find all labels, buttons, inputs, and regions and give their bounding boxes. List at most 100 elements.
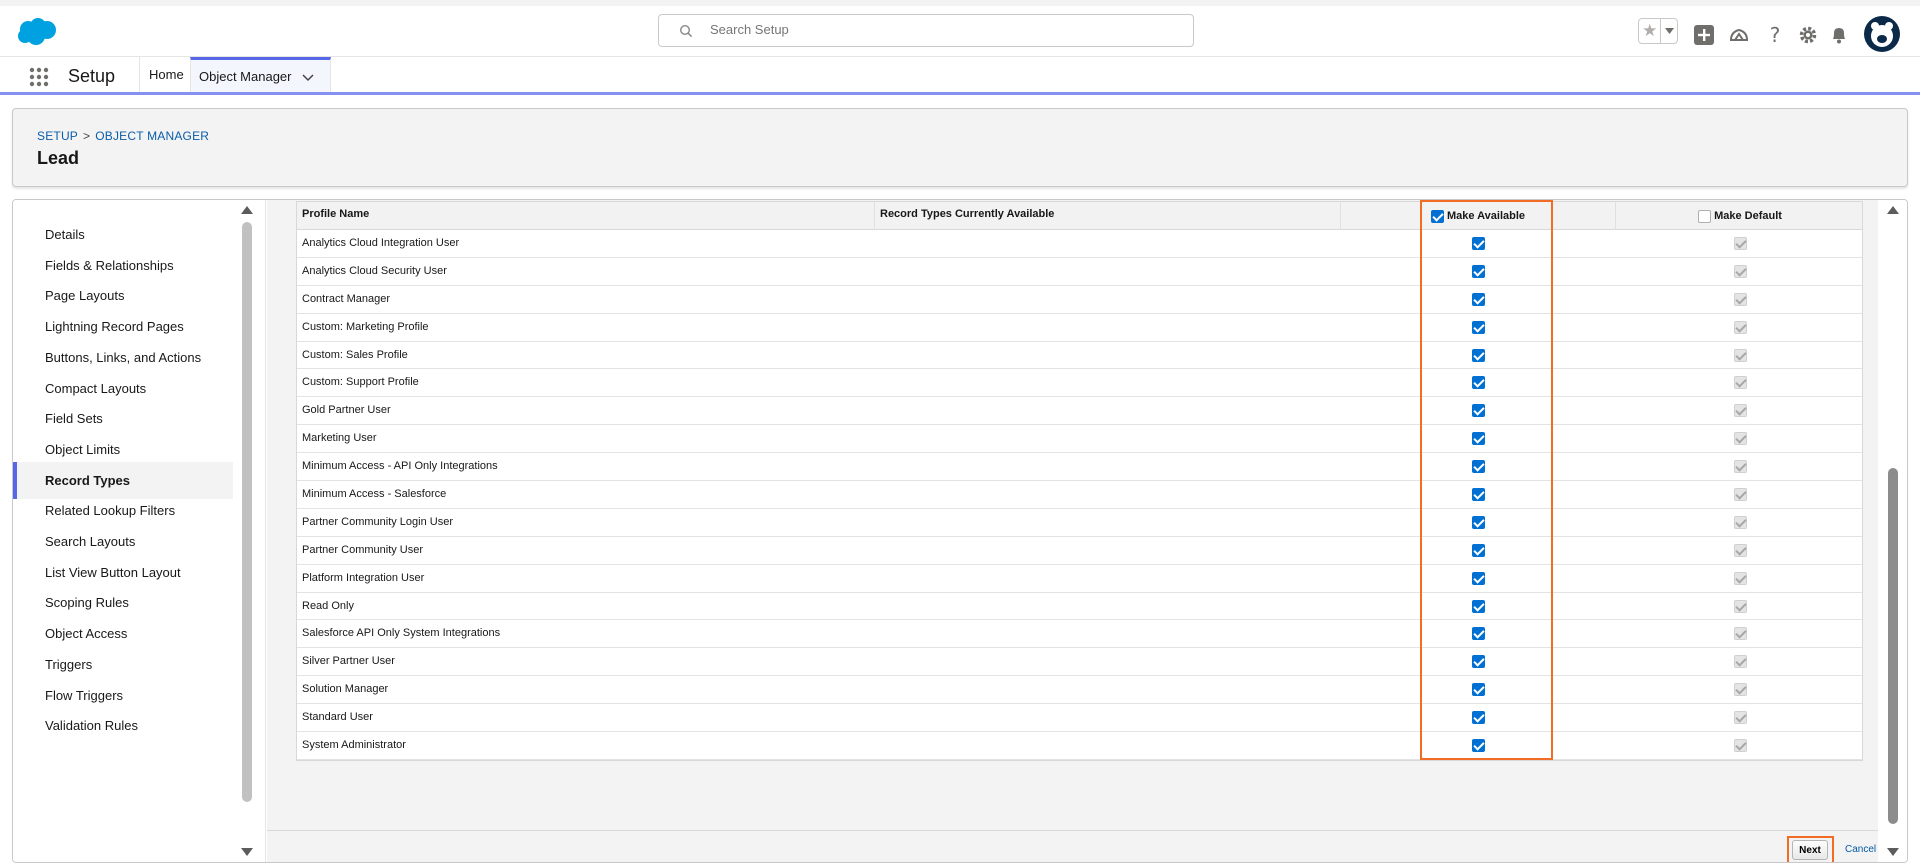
- make-default-checkbox: [1734, 655, 1747, 669]
- column-header-make-available: Make Available: [1341, 202, 1616, 230]
- column-header-make-default: Make Default: [1616, 202, 1864, 230]
- sidebar-item-label: Fields & Relationships: [45, 257, 174, 273]
- make-available-checkbox[interactable]: [1472, 348, 1485, 362]
- user-avatar[interactable]: [1864, 16, 1900, 52]
- profile-name-cell: Standard User: [302, 711, 373, 724]
- make-default-checkbox: [1734, 599, 1747, 613]
- sidebar-item-label: List View Button Layout: [45, 564, 181, 580]
- trailhead-icon[interactable]: [1728, 24, 1750, 46]
- sidebar-item-label: Record Types: [45, 472, 131, 488]
- scroll-down-arrow-icon[interactable]: [241, 848, 253, 856]
- make-available-checkbox[interactable]: [1472, 627, 1485, 641]
- svg-text:?: ?: [1770, 24, 1781, 46]
- app-name: Setup: [68, 66, 116, 86]
- profile-name-cell: Marketing User: [302, 432, 377, 445]
- sidebar-item-label: Field Sets: [45, 411, 103, 427]
- table-row: Custom: Sales Profile: [297, 341, 1862, 370]
- make-available-checkbox[interactable]: [1472, 739, 1485, 753]
- make-available-all-checkbox[interactable]: [1430, 210, 1444, 223]
- sidebar-item-label: Buttons, Links, and Actions: [45, 349, 202, 365]
- make-default-checkbox: [1734, 571, 1747, 585]
- profile-assignment-table: Profile Name Record Types Currently Avai…: [296, 201, 1863, 761]
- make-available-checkbox[interactable]: [1472, 404, 1485, 418]
- column-header-profile-name: Profile Name: [297, 202, 875, 230]
- profile-name-cell: Analytics Cloud Integration User: [302, 237, 460, 249]
- scroll-up-arrow-icon[interactable]: [241, 206, 253, 214]
- help-icon[interactable]: ?: [1764, 24, 1786, 46]
- profile-name-cell: Partner Community Login User: [302, 515, 454, 528]
- make-available-checkbox[interactable]: [1472, 264, 1485, 278]
- settings-gear-icon[interactable]: [1797, 24, 1819, 46]
- sidebar-scroll-thumb[interactable]: [242, 222, 252, 802]
- make-available-checkbox[interactable]: [1472, 460, 1485, 474]
- tab-object-manager[interactable]: Object Manager: [190, 57, 331, 92]
- global-actions-plus-icon[interactable]: [1693, 24, 1715, 46]
- table-row: Solution Manager: [297, 676, 1862, 705]
- favorites-star-icon[interactable]: ★: [1639, 19, 1660, 43]
- make-default-checkbox: [1734, 711, 1747, 725]
- main-panel: Details Fields & Relationships Page Layout…: [12, 199, 1908, 863]
- make-default-checkbox: [1734, 404, 1747, 418]
- make-available-checkbox[interactable]: [1472, 683, 1485, 697]
- sidebar-item-label: Compact Layouts: [45, 380, 147, 396]
- make-available-checkbox[interactable]: [1472, 292, 1485, 306]
- table-header-row: Profile Name Record Types Currently Avai…: [297, 202, 1862, 230]
- table-row: Custom: Support Profile: [297, 369, 1862, 398]
- search-icon: [679, 24, 693, 38]
- wizard-footer: Next Cancel: [267, 830, 1878, 862]
- record-types-header-label: Record Types Currently Available: [880, 208, 1055, 220]
- make-default-checkbox: [1734, 237, 1747, 250]
- make-default-header-label: Make Default: [1714, 210, 1782, 222]
- make-default-checkbox: [1734, 683, 1747, 697]
- content-scroll-thumb[interactable]: [1888, 468, 1898, 824]
- make-available-checkbox[interactable]: [1472, 515, 1485, 529]
- breadcrumb-setup-link[interactable]: SETUP: [37, 129, 78, 143]
- table-row: Gold Partner User: [297, 397, 1862, 426]
- notifications-bell-icon[interactable]: [1828, 24, 1850, 46]
- chevron-down-icon[interactable]: [301, 70, 315, 84]
- salesforce-logo[interactable]: [16, 17, 58, 47]
- profile-name-cell: Custom: Sales Profile: [302, 348, 408, 361]
- tab-home[interactable]: Home: [139, 57, 193, 92]
- make-available-checkbox[interactable]: [1472, 432, 1485, 446]
- sidebar-item-label: Validation Rules: [45, 718, 138, 734]
- breadcrumb-object-manager-link[interactable]: OBJECT MANAGER: [95, 129, 209, 143]
- profile-name-cell: Custom: Marketing Profile: [302, 320, 429, 333]
- make-available-checkbox[interactable]: [1472, 571, 1485, 585]
- table-row: Contract Manager: [297, 285, 1862, 314]
- next-button[interactable]: Next: [1792, 840, 1828, 860]
- make-available-checkbox[interactable]: [1472, 655, 1485, 669]
- sidebar-scrollbar[interactable]: [237, 200, 257, 862]
- cancel-link[interactable]: Cancel: [1845, 844, 1876, 855]
- record-type-assignment-content: Profile Name Record Types Currently Avai…: [267, 200, 1878, 862]
- content-scrollbar[interactable]: [1878, 200, 1907, 862]
- profile-name-cell: Solution Manager: [302, 683, 389, 696]
- content-scroll-down-arrow-icon[interactable]: [1887, 848, 1899, 856]
- sidebar-item-validation-rules[interactable]: Validation Rules: [13, 707, 233, 744]
- sidebar-item-label: Scoping Rules: [45, 595, 129, 611]
- table-row: Analytics Cloud Integration User: [297, 230, 1862, 258]
- make-default-checkbox: [1734, 320, 1747, 334]
- page-header: SETUP > OBJECT MANAGER Lead: [12, 108, 1908, 187]
- profile-name-cell: Custom: Support Profile: [302, 376, 419, 389]
- favorites-dropdown-icon[interactable]: [1660, 19, 1677, 43]
- setup-search-input[interactable]: [710, 22, 1170, 37]
- make-available-checkbox[interactable]: [1472, 376, 1485, 390]
- make-available-checkbox[interactable]: [1472, 599, 1485, 613]
- make-available-checkbox[interactable]: [1472, 320, 1485, 334]
- column-header-record-types: Record Types Currently Available: [875, 202, 1341, 230]
- make-available-checkbox[interactable]: [1472, 488, 1485, 502]
- make-available-checkbox[interactable]: [1472, 711, 1485, 725]
- content-scroll-up-arrow-icon[interactable]: [1887, 206, 1899, 214]
- make-default-checkbox: [1734, 543, 1747, 557]
- make-default-all-checkbox: [1698, 210, 1712, 223]
- profile-name-cell: Silver Partner User: [302, 655, 395, 668]
- profile-name-cell: Minimum Access - API Only Integrations: [302, 460, 498, 473]
- app-launcher-icon[interactable]: [29, 67, 49, 87]
- table-row: Minimum Access - Salesforce: [297, 481, 1862, 509]
- favorites-group: ★: [1638, 18, 1678, 44]
- make-default-checkbox: [1734, 432, 1747, 446]
- make-available-checkbox[interactable]: [1472, 237, 1485, 250]
- setup-search-box[interactable]: [658, 14, 1194, 47]
- make-available-checkbox[interactable]: [1472, 543, 1485, 557]
